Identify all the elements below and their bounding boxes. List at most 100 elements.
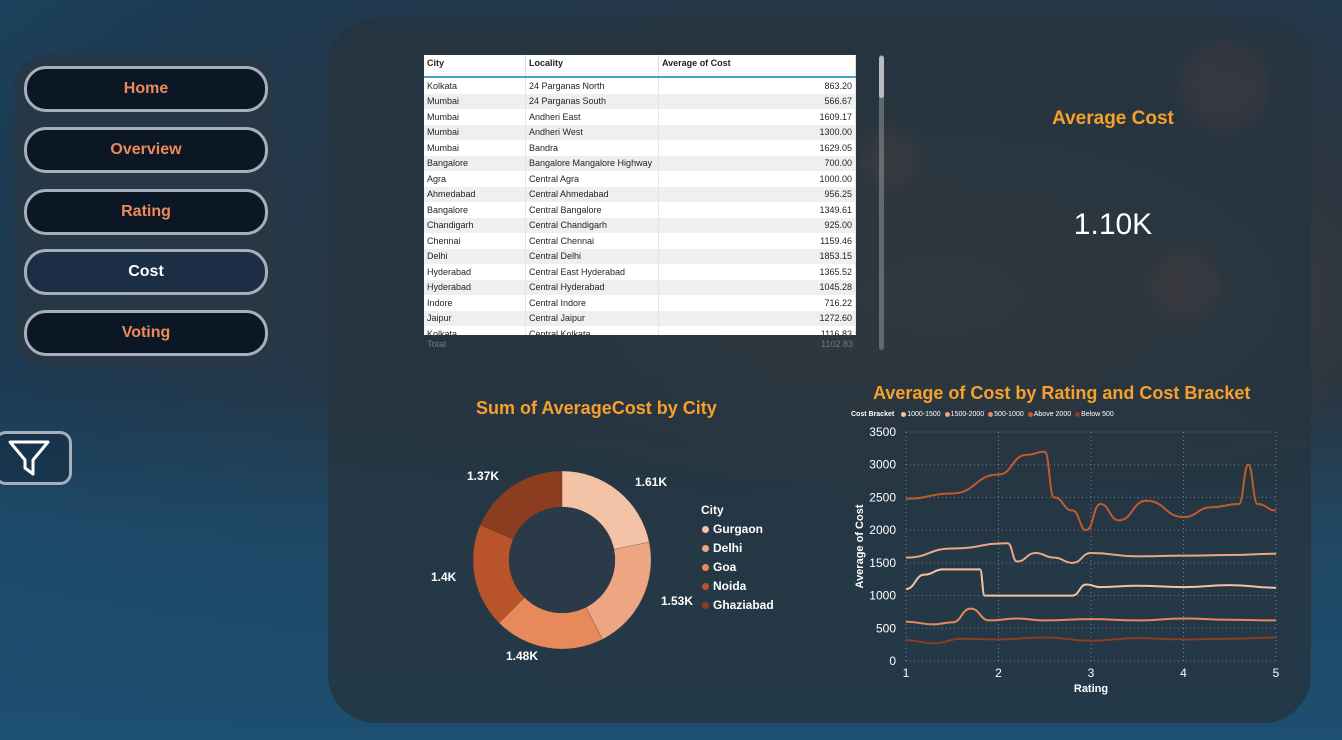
table-row[interactable]: Bangalore Central Bangalore 1349.61 [424,202,856,218]
legend-marker [702,582,709,590]
table-row[interactable]: Kolkata Central Kolkata 1116.83 [424,326,856,335]
table-row[interactable]: Agra Central Agra 1000.00 [424,171,856,187]
cell-city: Kolkata [424,77,526,94]
table-row[interactable]: Mumbai Andheri West 1300.00 [424,124,856,140]
cell-average-cost: 1000.00 [658,171,856,187]
line-legend-item[interactable]: 500-1000 [988,411,1024,418]
x-tick-label: 3 [1088,666,1095,680]
cell-locality: Central Chennai [525,233,659,249]
table-row[interactable]: Delhi Central Delhi 1853.15 [424,248,856,264]
table-row[interactable]: Mumbai Andheri East 1609.17 [424,109,856,125]
table-row[interactable]: Indore Central Indore 716.22 [424,295,856,311]
cell-city: Bangalore [424,202,526,218]
table-row[interactable]: Hyderabad Central East Hyderabad 1365.52 [424,264,856,280]
cell-city: Ahmedabad [424,186,526,202]
x-tick-label: 1 [903,666,910,680]
cost-table[interactable]: City Locality Average of Cost Kolkata 24 … [424,55,856,335]
table-row[interactable]: Ahmedabad Central Ahmedabad 956.25 [424,186,856,202]
legend-label: 1000-1500 [907,411,941,418]
cell-city: Kolkata [424,326,526,335]
donut-hole [509,507,615,613]
cost-table-grid: City Locality Average of Cost Kolkata 24 … [424,55,856,335]
cell-locality: Central Jaipur [525,310,659,326]
cell-average-cost: 1609.17 [658,109,856,125]
cell-locality: Central Hyderabad [525,279,659,295]
line-legend-item[interactable]: Above 2000 [1027,411,1071,418]
y-tick-label: 0 [889,654,896,668]
table-row[interactable]: Kolkata 24 Parganas North 863.20 [424,77,856,94]
y-tick-label: 500 [876,621,896,635]
cell-average-cost: 1272.60 [658,310,856,326]
legend-marker [944,412,950,417]
legend-label: Gurgaon [713,522,763,536]
series-line-below-500[interactable] [905,636,1277,645]
table-row[interactable]: Mumbai Bandra 1629.05 [424,140,856,156]
cell-city: Mumbai [424,140,526,156]
table-scrollbar[interactable] [879,55,884,350]
donut-legend-item[interactable]: Noida [702,579,746,593]
card-title: Average Cost [1052,108,1174,129]
series-line-1500-2000[interactable] [905,542,1277,564]
nav-button-rating[interactable]: Rating [24,189,268,235]
legend-label: 1500-2000 [950,411,985,418]
cell-locality: 24 Parganas North [525,77,659,94]
series-line-above-2000[interactable] [905,450,1277,532]
donut-chart-title: Sum of AverageCost by City [476,398,717,418]
cell-locality: 24 Parganas South [525,93,659,109]
cell-locality: Central East Hyderabad [525,264,659,280]
column-header-city[interactable]: City [424,55,526,78]
legend-label: Below 500 [1081,411,1114,418]
nav-button-voting[interactable]: Voting [24,310,268,356]
cell-average-cost: 863.20 [658,77,856,94]
cell-locality: Central Agra [525,171,659,187]
donut-legend-item[interactable]: Delhi [702,541,742,555]
y-tick-label: 1500 [869,556,896,570]
column-header-locality[interactable]: Locality [525,55,659,78]
cell-city: Jaipur [424,310,526,326]
legend-marker [901,412,907,417]
cell-city: Indore [424,295,526,311]
total-value: 1102.83 [821,339,853,349]
legend-marker [1027,412,1033,417]
donut-legend-item[interactable]: Ghaziabad [702,598,774,612]
table-row[interactable]: Chandigarh Central Chandigarh 925.00 [424,217,856,233]
cell-locality: Central Delhi [525,248,659,264]
nav-button-home[interactable]: Home [24,66,268,112]
filter-button[interactable] [0,431,72,485]
legend-marker [988,412,994,417]
cell-locality: Bandra [525,140,659,156]
donut-data-label: 1.48K [506,649,539,663]
donut-legend-title: City [701,503,724,517]
donut-legend-item[interactable]: Goa [702,560,736,574]
nav-button-cost[interactable]: Cost [24,249,268,295]
table-row[interactable]: Hyderabad Central Hyderabad 1045.28 [424,279,856,295]
cell-average-cost: 1365.52 [658,264,856,280]
nav-button-overview[interactable]: Overview [24,127,268,173]
y-tick-label: 2500 [869,490,896,504]
cell-locality: Central Ahmedabad [525,186,659,202]
cell-average-cost: 566.67 [658,93,856,109]
line-legend-item[interactable]: Below 500 [1075,411,1114,418]
cell-locality: Central Bangalore [525,202,659,218]
table-row[interactable]: Mumbai 24 Parganas South 566.67 [424,93,856,109]
series-line-1000-1500[interactable] [905,568,1277,597]
cell-locality: Central Indore [525,295,659,311]
table-row[interactable]: Chennai Central Chennai 1159.46 [424,233,856,249]
line-legend-item[interactable]: 1000-1500 [901,411,941,418]
table-scrollbar-thumb[interactable] [879,56,884,98]
table-row[interactable]: Bangalore Bangalore Mangalore Highway 700.… [424,155,856,171]
table-body: Kolkata 24 Parganas North 863.20 Mumbai 24 P… [424,77,856,335]
cell-average-cost: 1300.00 [658,124,856,140]
column-header-average-cost[interactable]: Average of Cost [658,55,856,78]
line-legend-item[interactable]: 1500-2000 [944,411,985,418]
donut-legend-item[interactable]: Gurgaon [702,522,763,536]
table-row[interactable]: Jaipur Central Jaipur 1272.60 [424,310,856,326]
donut-data-label: 1.61K [635,475,668,489]
cell-average-cost: 925.00 [658,217,856,233]
funnel-icon [8,440,50,476]
line-chart[interactable]: 0 500 1000 1500 2000 2500 3000 3500 1 2 3 4 5 Rating A… [840,420,1300,710]
table-total-row: Total 1102.83 [424,336,856,352]
cell-locality: Central Kolkata [525,326,659,335]
donut-chart[interactable] [462,460,662,660]
cell-city: Hyderabad [424,279,526,295]
